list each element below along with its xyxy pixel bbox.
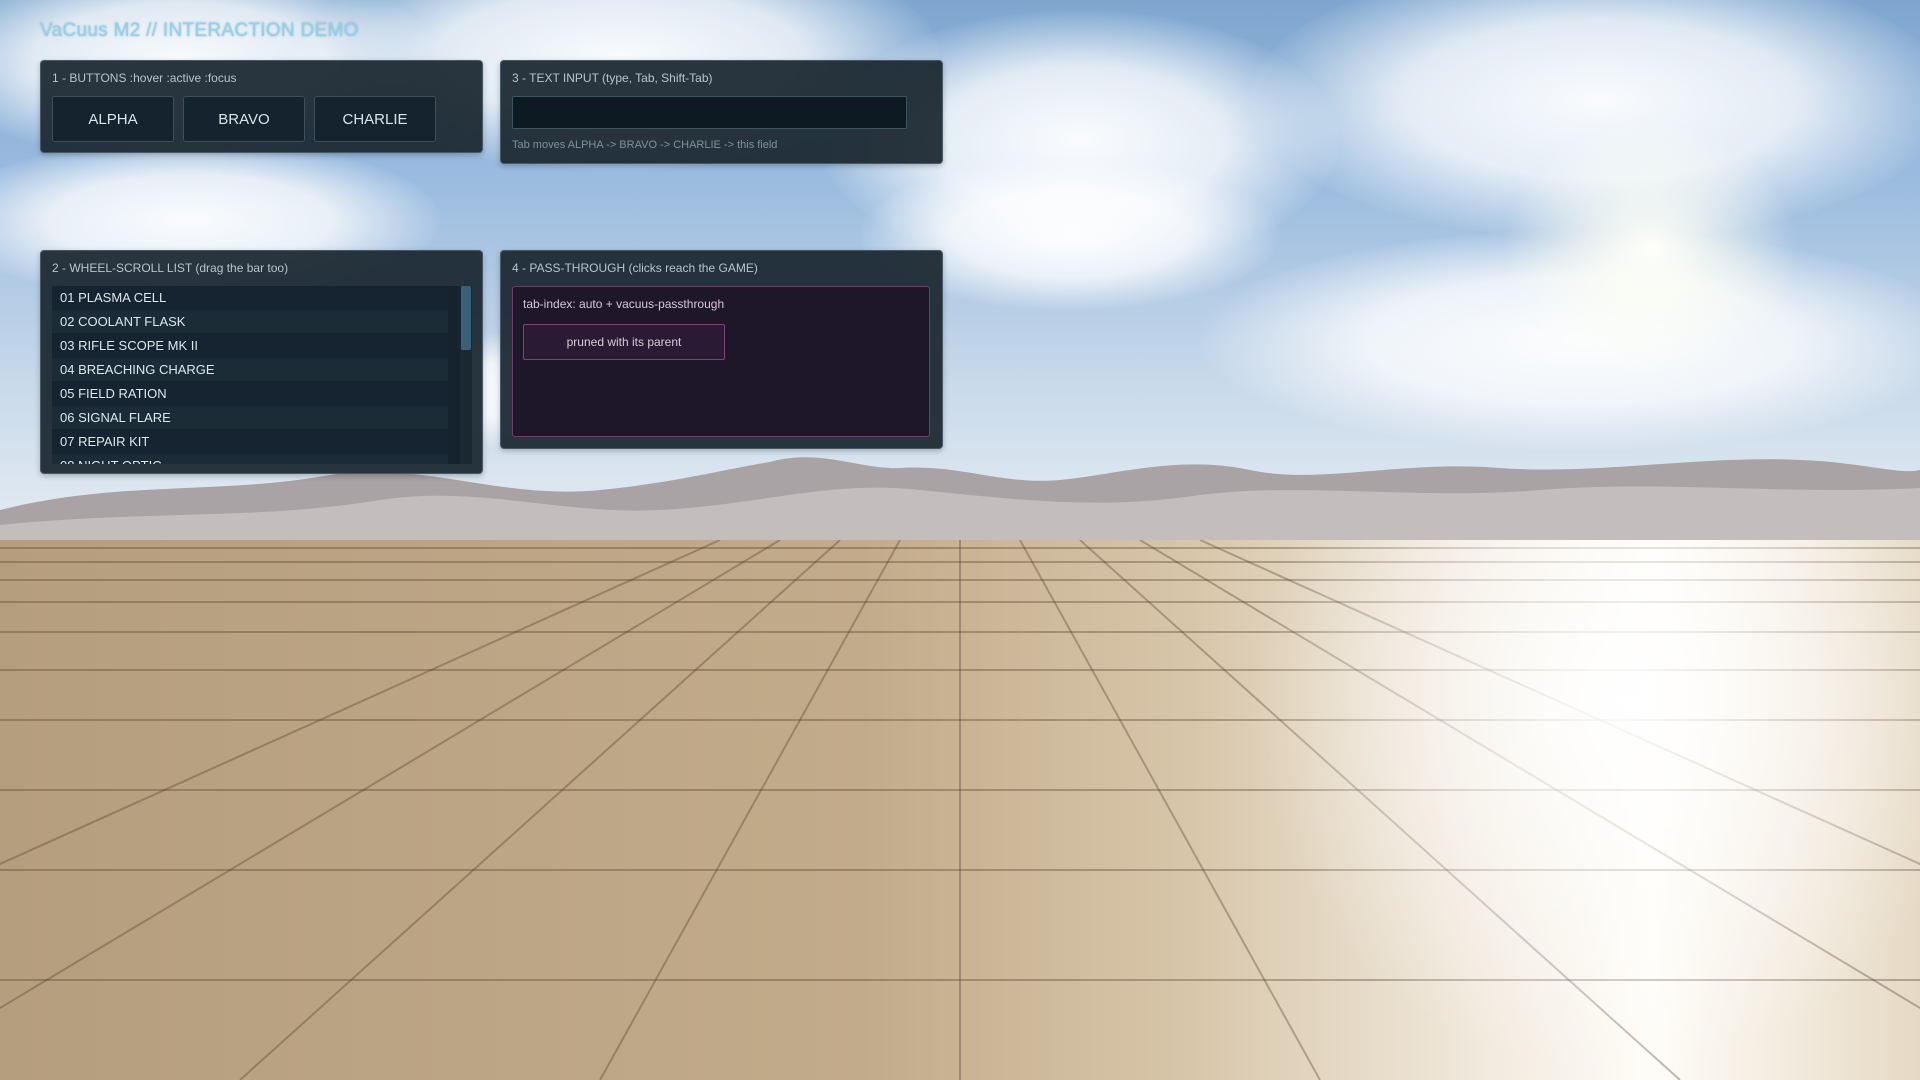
list-item[interactable]: 01 PLASMA CELL <box>52 286 448 309</box>
passthrough-panel: 4 - PASS-THROUGH (clicks reach the GAME)… <box>500 250 943 449</box>
panel-heading: 1 - BUTTONS :hover :active :focus <box>52 71 237 85</box>
list-item[interactable]: 02 COOLANT FLASK <box>52 310 448 333</box>
pruned-button: pruned with its parent <box>523 324 725 360</box>
scrollbar-track[interactable] <box>460 286 472 464</box>
passthrough-label: tab-index: auto + vacuus-passthrough <box>523 297 725 311</box>
sun-glow <box>1500 120 1800 380</box>
button-row: ALPHA BRAVO CHARLIE <box>52 96 436 142</box>
buttons-panel: 1 - BUTTONS :hover :active :focus ALPHA … <box>40 60 483 153</box>
game-viewport[interactable] <box>0 0 1920 1080</box>
list-item[interactable]: 07 REPAIR KIT <box>52 430 448 453</box>
panel-heading: 2 - WHEEL-SCROLL LIST (drag the bar too) <box>52 261 289 275</box>
bravo-button[interactable]: BRAVO <box>183 96 305 142</box>
list-item[interactable]: 05 FIELD RATION <box>52 382 448 405</box>
text-field[interactable] <box>512 96 907 129</box>
tab-hint: Tab moves ALPHA -> BRAVO -> CHARLIE -> t… <box>512 139 778 151</box>
list-item[interactable]: 03 RIFLE SCOPE MK II <box>52 334 448 357</box>
passthrough-zone: tab-index: auto + vacuus-passthrough pru… <box>512 286 930 437</box>
alpha-button[interactable]: ALPHA <box>52 96 174 142</box>
scrollbar-thumb[interactable] <box>461 286 471 350</box>
text-input-panel: 3 - TEXT INPUT (type, Tab, Shift-Tab) Ta… <box>500 60 943 164</box>
list-item[interactable]: 04 BREACHING CHARGE <box>52 358 448 381</box>
panel-heading: 4 - PASS-THROUGH (clicks reach the GAME) <box>512 261 758 275</box>
list-item[interactable]: 08 NIGHT OPTIC <box>52 454 448 464</box>
panel-heading: 3 - TEXT INPUT (type, Tab, Shift-Tab) <box>512 71 713 85</box>
sun-reflection <box>1250 540 1920 1080</box>
scroll-list[interactable]: 01 PLASMA CELL 02 COOLANT FLASK 03 RIFLE… <box>52 286 472 464</box>
list-item[interactable]: 06 SIGNAL FLARE <box>52 406 448 429</box>
charlie-button[interactable]: CHARLIE <box>314 96 436 142</box>
list-items: 01 PLASMA CELL 02 COOLANT FLASK 03 RIFLE… <box>52 286 472 464</box>
page-title: VaCuus M2 // INTERACTION DEMO <box>40 20 359 41</box>
scroll-list-panel: 2 - WHEEL-SCROLL LIST (drag the bar too)… <box>40 250 483 474</box>
